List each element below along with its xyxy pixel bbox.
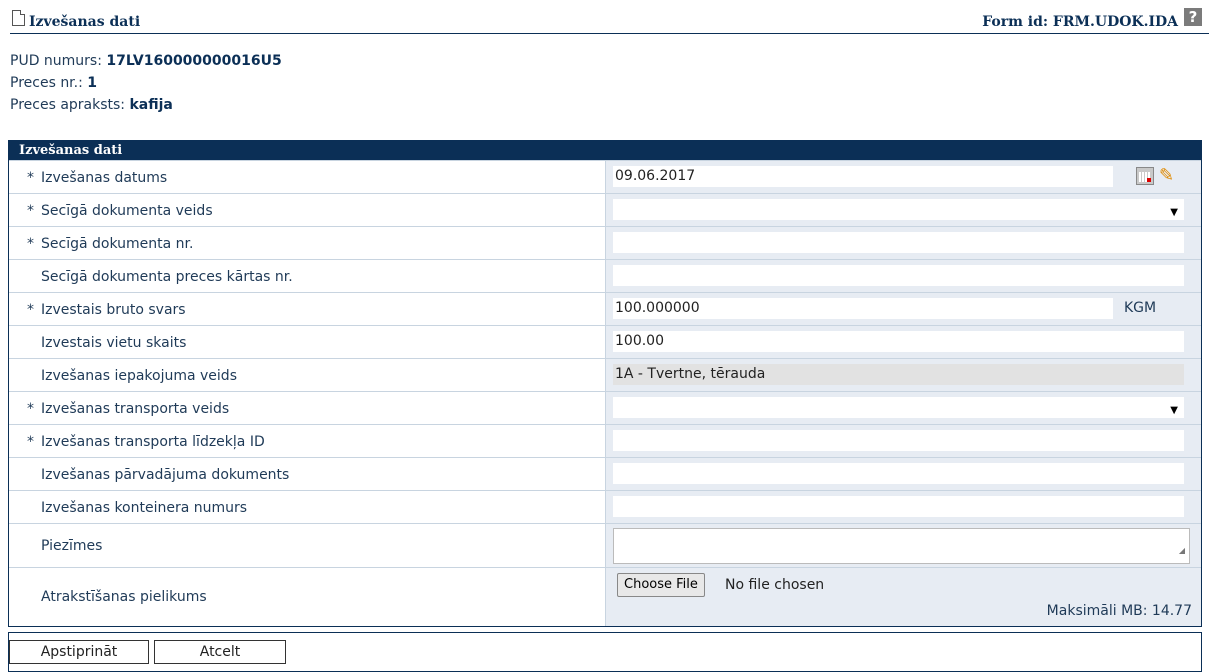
field-label: Izvešanas transporta veids [41, 400, 230, 417]
pud-number-value: 17LV160000000016U5 [106, 53, 282, 69]
row-pielikums: Atrakstīšanas pielikums Choose File No f… [9, 567, 1201, 626]
page-title: Izvešanas dati [29, 14, 141, 30]
row-vietu-skaits: Izvestais vietu skaits 100.00 [9, 325, 1201, 359]
field-label: Izvešanas pārvadājuma dokuments [41, 466, 290, 483]
row-preces-kartas-nr: Secīgā dokumenta preces kārtas nr. [9, 259, 1201, 293]
document-number-input[interactable] [613, 232, 1184, 253]
resize-handle-icon[interactable]: ◢ [1179, 540, 1185, 561]
document-icon [12, 10, 25, 26]
cancel-button[interactable]: Atcelt [154, 640, 286, 664]
row-dokumenta-nr: * Secīgā dokumenta nr. [9, 226, 1201, 260]
row-izvesanas-datums: * Izvešanas datums 09.06.2017 ✎ [9, 160, 1201, 194]
no-file-text: No file chosen [725, 577, 825, 593]
preces-apraksts-line: Preces apraksts: kafija [10, 97, 173, 113]
field-label: Izvešanas konteinera numurs [41, 499, 248, 516]
pencil-icon[interactable]: ✎ [1159, 165, 1174, 186]
field-label: Secīgā dokumenta preces kārtas nr. [41, 268, 293, 285]
preces-nr-value: 1 [87, 75, 98, 91]
packaging-type-value: 1A - Tvertne, tērauda [613, 364, 1184, 385]
row-piezimes: Piezīmes ◢ [9, 523, 1201, 568]
notes-textarea[interactable]: ◢ [613, 528, 1190, 564]
field-label: Izvešanas transporta līdzekļa ID [41, 433, 265, 450]
help-icon[interactable]: ? [1184, 8, 1202, 26]
row-parvadajuma-dokuments: Izvešanas pārvadājuma dokuments [9, 457, 1201, 491]
transport-type-select[interactable]: ▼ [613, 397, 1184, 418]
document-type-select[interactable]: ▼ [613, 199, 1184, 220]
choose-file-button[interactable]: Choose File [617, 573, 705, 597]
date-input[interactable]: 09.06.2017 [613, 166, 1113, 187]
package-count-input[interactable]: 100.00 [613, 331, 1184, 352]
field-label: Piezīmes [41, 538, 103, 554]
calendar-icon[interactable] [1136, 167, 1154, 185]
transport-document-input[interactable] [613, 463, 1184, 484]
preces-apraksts-value: kafija [129, 97, 173, 113]
chevron-down-icon: ▼ [1170, 405, 1178, 416]
export-data-panel: Izvešanas dati * Izvešanas datums 09.06.2… [8, 140, 1202, 627]
row-dokumenta-veids: * Secīgā dokumenta veids ▼ [9, 193, 1201, 227]
item-order-number-input[interactable] [613, 265, 1184, 286]
field-label: Izvešanas iepakojuma veids [41, 367, 237, 384]
transport-id-input[interactable] [613, 430, 1184, 451]
preces-nr-line: Preces nr.: 1 [10, 75, 98, 91]
row-transporta-veids: * Izvešanas transporta veids ▼ [9, 391, 1201, 425]
form-header: Izvešanas dati Form id: FRM.UDOK.IDA ? [10, 6, 1209, 34]
max-size-text: Maksimāli MB: 14.77 [1046, 603, 1192, 619]
field-label: Izvestais bruto svars [41, 301, 186, 318]
section-title: Izvešanas dati [9, 141, 1201, 160]
chevron-down-icon: ▼ [1170, 207, 1178, 218]
field-label: Secīgā dokumenta nr. [41, 235, 194, 252]
unit-label: KGM [1124, 300, 1157, 316]
container-number-input[interactable] [613, 496, 1184, 517]
field-label: Atrakstīšanas pielikums [41, 589, 207, 605]
row-transporta-id: * Izvešanas transporta līdzekļa ID [9, 424, 1201, 458]
row-bruto-svars: * Izvestais bruto svars 100.000000 KGM [9, 292, 1201, 326]
gross-weight-input[interactable]: 100.000000 [613, 298, 1113, 319]
form-footer: Apstiprināt Atcelt [8, 632, 1202, 672]
field-label: Izvešanas datums [41, 169, 168, 186]
field-label: Secīgā dokumenta veids [41, 202, 213, 219]
form-id: Form id: FRM.UDOK.IDA [982, 14, 1178, 30]
confirm-button[interactable]: Apstiprināt [9, 640, 149, 664]
field-label: Izvestais vietu skaits [41, 334, 187, 351]
row-konteinera-numurs: Izvešanas konteinera numurs [9, 490, 1201, 524]
pud-number-line: PUD numurs: 17LV160000000016U5 [10, 53, 282, 69]
row-iepakojuma-veids: Izvešanas iepakojuma veids 1A - Tvertne,… [9, 358, 1201, 392]
